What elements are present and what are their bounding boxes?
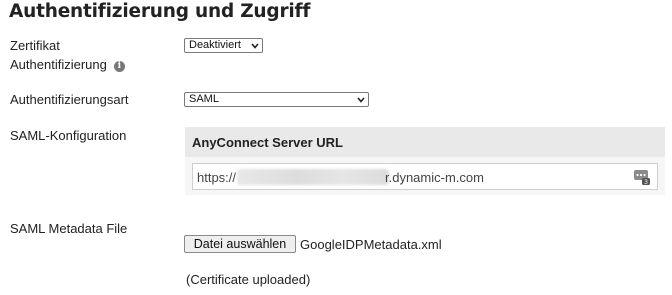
cert-auth-select-value: Deaktiviert [189, 39, 241, 51]
server-url-panel-header: AnyConnect Server URL [185, 127, 665, 157]
auth-type-label: Authentifizierungsart [10, 92, 129, 107]
info-icon[interactable]: i [113, 61, 125, 72]
server-url-suffix: r.dynamic-m.com [385, 170, 484, 185]
upload-status: (Certificate uploaded) [186, 272, 311, 287]
cert-auth-label-line1: Zertifikat [10, 38, 60, 53]
server-url-prefix: https:// [197, 170, 237, 185]
chevron-down-icon [357, 97, 365, 103]
metadata-file-label: SAML Metadata File [10, 221, 128, 236]
choose-file-button[interactable]: Datei auswählen [184, 235, 296, 253]
svg-text:3: 3 [644, 179, 648, 186]
cert-auth-label-line2: Authentifizierung i [10, 57, 125, 72]
key-icon[interactable]: 3 [633, 168, 651, 186]
saml-config-label: SAML-Konfiguration [10, 128, 127, 143]
selected-file-name: GoogleIDPMetadata.xml [300, 237, 442, 252]
auth-type-select[interactable]: SAML [184, 92, 369, 107]
chevron-down-icon [251, 43, 259, 49]
server-url-field[interactable]: https:// r.dynamic-m.com 3 [192, 163, 658, 190]
auth-type-select-value: SAML [189, 93, 219, 105]
server-url-panel-title: AnyConnect Server URL [192, 135, 343, 150]
cert-auth-label-text: Authentifizierung [10, 57, 107, 72]
cert-auth-select[interactable]: Deaktiviert [184, 38, 263, 53]
redacted-hostname [237, 169, 389, 185]
section-title: Authentifizierung und Zugriff [9, 1, 311, 22]
